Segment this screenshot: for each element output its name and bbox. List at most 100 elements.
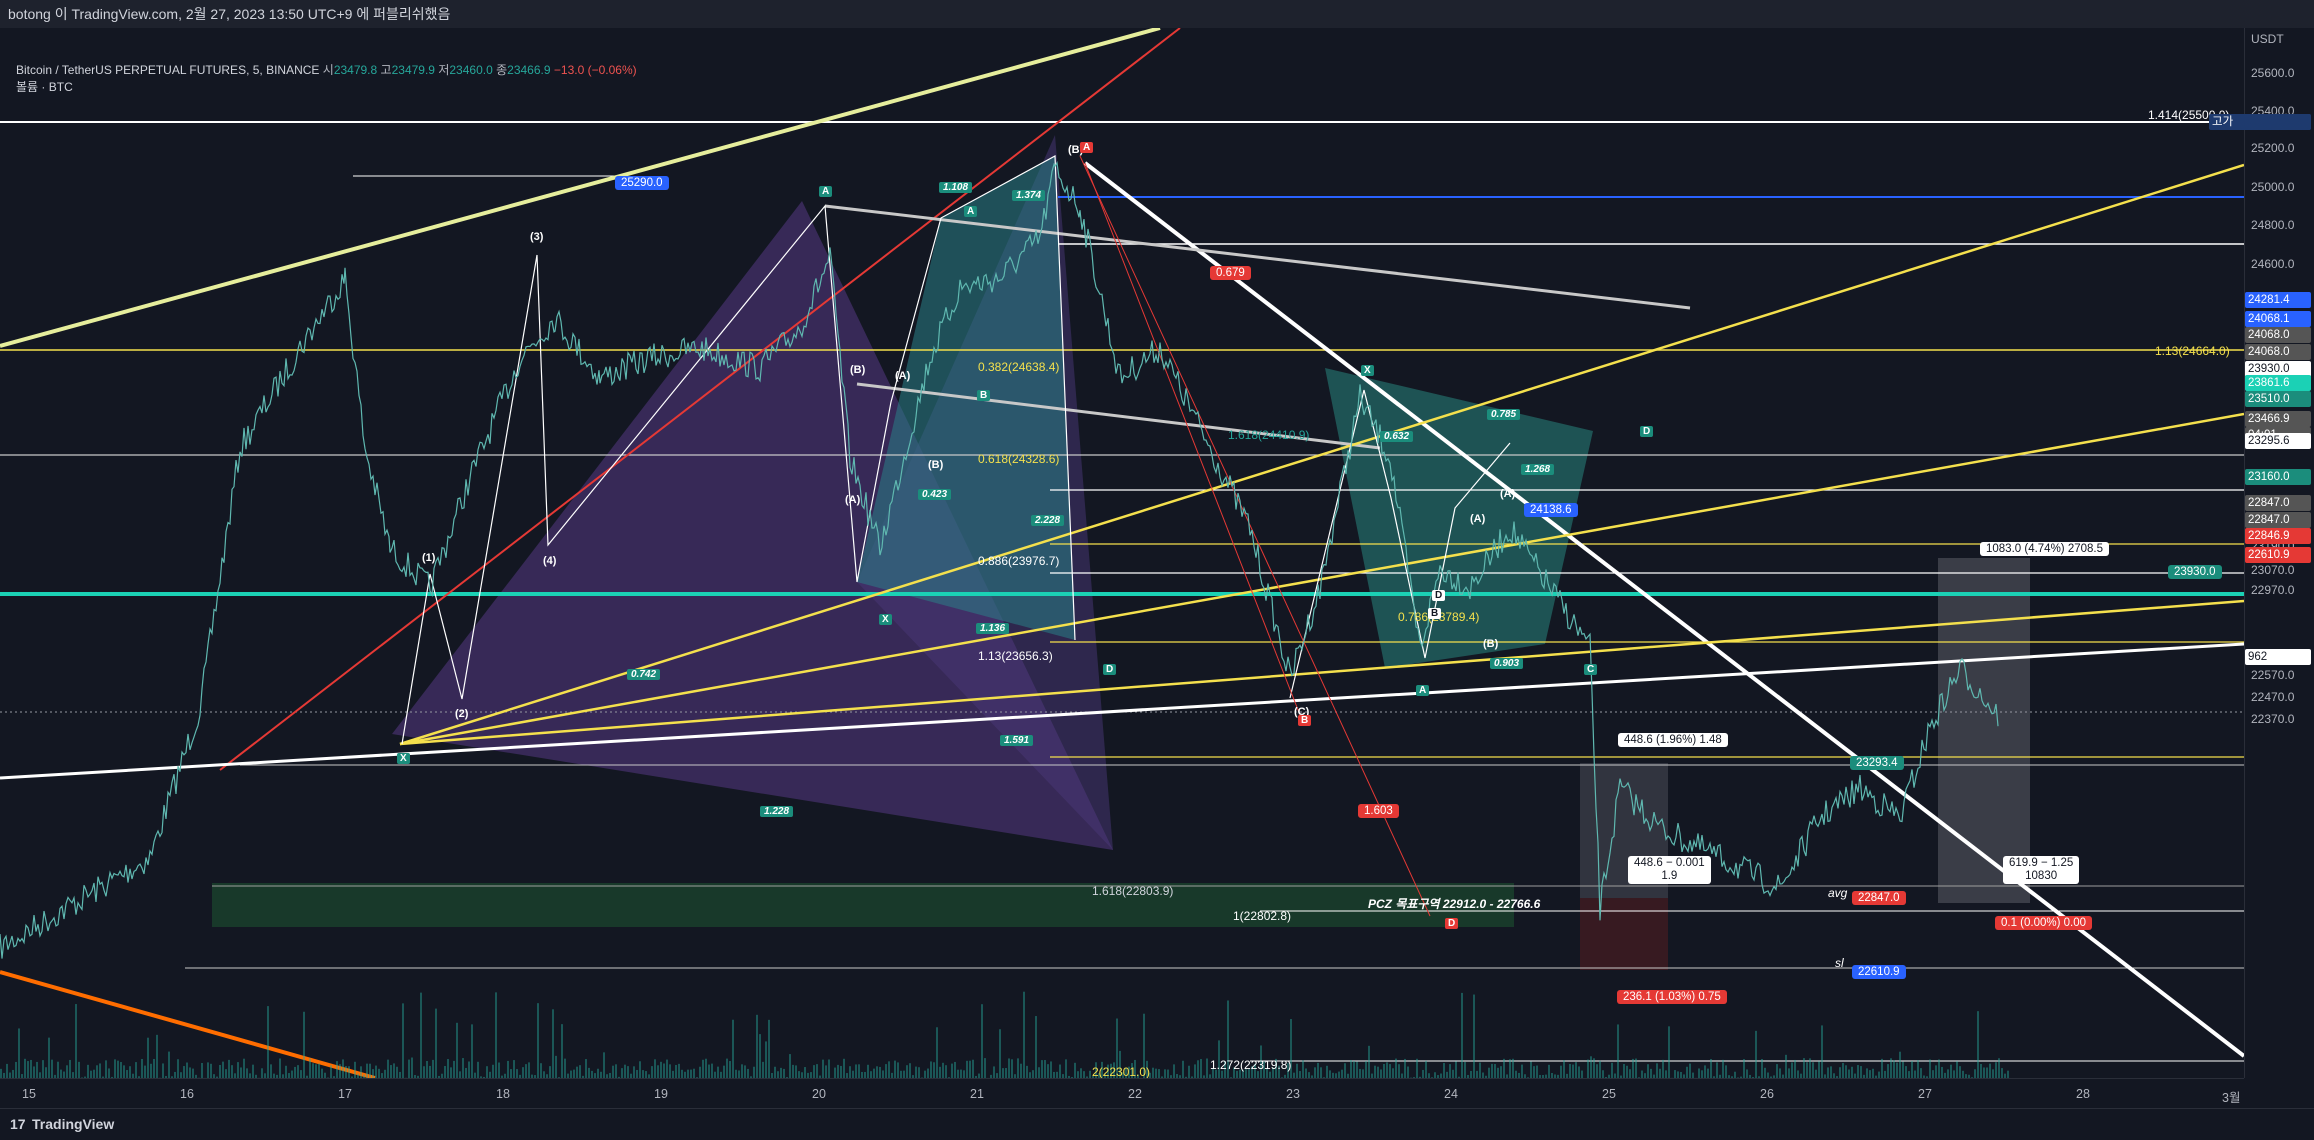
volume-bar: [1947, 1069, 1949, 1078]
volume-bar: [1017, 1058, 1019, 1078]
volume-bar: [1530, 1062, 1532, 1078]
volume-bar: [1023, 992, 1025, 1078]
point-b-1: B: [977, 390, 990, 401]
volume-bar: [228, 1060, 230, 1078]
price-axis[interactable]: USDT 25600.025400.025200.025000.024800.0…: [2244, 28, 2314, 1078]
volume-bar: [1851, 1067, 1853, 1078]
volume-bar: [816, 1064, 818, 1078]
volume-bar: [636, 1070, 638, 1078]
volume-bar: [201, 1063, 203, 1078]
volume-bar: [867, 1065, 869, 1078]
volume-bar: [1392, 1068, 1394, 1078]
sl-label: sl: [1835, 956, 1844, 970]
volume-bar: [93, 1070, 95, 1078]
volume-bar: [1038, 1067, 1040, 1078]
volume-bar: [1872, 1069, 1874, 1078]
volume-bar: [855, 1064, 857, 1078]
close-value: 23466.9: [507, 63, 550, 77]
price-tag-23930[interactable]: 23930.0: [2168, 565, 2222, 579]
volume-bar: [393, 1063, 395, 1078]
volume-bar: [969, 1061, 971, 1078]
volume-bar: [1575, 1062, 1577, 1078]
volume-bar: [951, 1064, 953, 1078]
volume-bar: [918, 1067, 920, 1078]
volume-bar: [1581, 1071, 1583, 1078]
price-tag-25290[interactable]: 25290.0: [615, 176, 669, 190]
price-tick: 22570.0: [2251, 668, 2294, 682]
volume-bar: [1356, 1062, 1358, 1078]
volume-bar: [624, 1065, 626, 1078]
volume-bar: [168, 1052, 170, 1078]
volume-bar: [126, 1070, 128, 1078]
volume-bar: [1899, 1052, 1901, 1078]
tradingview-logo[interactable]: 17TradingView: [10, 1116, 114, 1132]
volume-bar: [1995, 1062, 1997, 1078]
ratio-red-0679[interactable]: 0.679: [1210, 266, 1251, 280]
volume-bar: [1362, 1069, 1364, 1078]
volume-bar: [693, 1069, 695, 1078]
price-axis-label: 24068.0: [2245, 327, 2311, 343]
volume-bar: [69, 1060, 71, 1078]
volume-bar: [42, 1060, 44, 1078]
volume-bar: [960, 1070, 962, 1078]
volume-bar: [1158, 1069, 1160, 1078]
volume-bar: [915, 1067, 917, 1078]
ratio-tag-0632: 0.632: [1380, 431, 1413, 442]
time-tick: 18: [496, 1087, 510, 1101]
measure-box-448b[interactable]: 448.6 − 0.0011.9: [1628, 856, 1711, 884]
volume-bar: [1941, 1067, 1943, 1078]
time-tick: 27: [1918, 1087, 1932, 1101]
measure-box-619[interactable]: 619.9 − 1.2510830: [2003, 856, 2079, 884]
volume-bar: [45, 1067, 47, 1078]
volume-bar: [1911, 1061, 1913, 1078]
volume-bar: [1992, 1069, 1994, 1078]
price-axis-label: 22846.9: [2245, 528, 2311, 544]
volume-bar: [528, 1062, 530, 1078]
measure-box-448[interactable]: 448.6 (1.96%) 1.48: [1618, 733, 1728, 747]
volume-bar: [615, 1064, 617, 1078]
volume-bar: [1710, 1059, 1712, 1078]
low-label: 저: [438, 63, 449, 77]
wave-label-b3: (B): [1483, 638, 1498, 650]
volume-bar: [783, 1069, 785, 1078]
price-tag-23293[interactable]: 23293.4: [1850, 756, 1904, 770]
price-tag-24138[interactable]: 24138.6: [1524, 503, 1578, 517]
volume-bar: [120, 1062, 122, 1078]
measure-box-236[interactable]: 236.1 (1.03%) 0.75: [1617, 990, 1727, 1004]
volume-bar: [1008, 1058, 1010, 1078]
volume-bar: [1194, 1064, 1196, 1078]
volume-bar: [1299, 1071, 1301, 1078]
measure-box-448b-line1: 448.6 − 0.001: [1634, 857, 1705, 870]
volume-bar: [651, 1066, 653, 1078]
price-tag-22847[interactable]: 22847.0: [1852, 891, 1906, 905]
time-tick: 22: [1128, 1087, 1142, 1101]
price-tag-22610[interactable]: 22610.9: [1852, 965, 1906, 979]
volume-bar: [1677, 1071, 1679, 1078]
volume-bar: [285, 1066, 287, 1078]
close-label: 종: [496, 63, 507, 77]
symbol-title[interactable]: Bitcoin / TetherUS PERPETUAL FUTURES, 5,…: [16, 63, 319, 77]
volume-bar: [498, 1063, 500, 1078]
measure-box-red-small[interactable]: 0.1 (0.00%) 0.00: [1995, 916, 2092, 930]
volume-bar: [687, 1070, 689, 1078]
volume-bar: [459, 1071, 461, 1078]
volume-bar: [1884, 1071, 1886, 1078]
point-x-2: X: [879, 614, 892, 625]
volume-legend[interactable]: 볼륨 · BTC: [16, 79, 637, 96]
volume-bar: [1314, 1067, 1316, 1078]
volume-bar: [222, 1062, 224, 1078]
volume-bar: [1326, 1066, 1328, 1078]
volume-bar: [1470, 1071, 1472, 1078]
volume-bar: [354, 1062, 356, 1078]
price-axis-label: 962: [2245, 649, 2311, 665]
volume-bar: [1953, 1070, 1955, 1078]
ratio-red-1603[interactable]: 1.603: [1358, 804, 1399, 818]
time-axis[interactable]: 15161718192021222324252627283월: [0, 1078, 2244, 1109]
volume-bar: [516, 1069, 518, 1078]
volume-bar: [1368, 1046, 1370, 1078]
measure-box-1083[interactable]: 1083.0 (4.74%) 2708.5: [1980, 542, 2109, 556]
volume-bar: [2007, 1071, 2009, 1078]
chart-canvas[interactable]: Bitcoin / TetherUS PERPETUAL FUTURES, 5,…: [0, 28, 2244, 1078]
volume-bar: [1065, 1059, 1067, 1078]
volume-bar: [1896, 1063, 1898, 1078]
